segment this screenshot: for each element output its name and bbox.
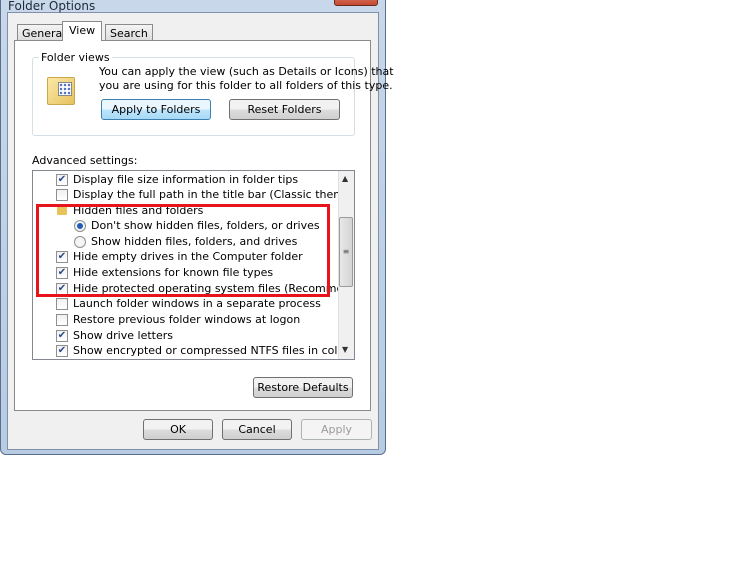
scroll-down-icon[interactable]: ▼ bbox=[342, 345, 348, 354]
checkbox[interactable]: ✔ bbox=[56, 330, 68, 342]
reset-folders-button[interactable]: Reset Folders bbox=[229, 99, 340, 120]
folder-views-legend: Folder views bbox=[39, 51, 112, 64]
cancel-button[interactable]: Cancel bbox=[222, 419, 292, 440]
checkbox[interactable] bbox=[56, 298, 68, 310]
close-button[interactable] bbox=[334, 0, 378, 6]
window-title: Folder Options bbox=[8, 0, 96, 13]
checkbox[interactable]: ✔ bbox=[56, 174, 68, 186]
checkbox[interactable] bbox=[56, 189, 68, 201]
highlight-annotation bbox=[36, 204, 330, 297]
ok-button[interactable]: OK bbox=[143, 419, 213, 440]
checkbox[interactable] bbox=[56, 314, 68, 326]
scrollbar-thumb[interactable]: ≡ bbox=[339, 217, 353, 287]
tab-search[interactable]: Search bbox=[105, 24, 153, 41]
folder-view-icon bbox=[47, 77, 75, 105]
advanced-settings-label: Advanced settings: bbox=[32, 154, 138, 167]
scroll-up-icon[interactable]: ▲ bbox=[342, 174, 348, 183]
restore-defaults-button[interactable]: Restore Defaults bbox=[253, 377, 353, 398]
folder-views-description-1: You can apply the view (such as Details … bbox=[99, 65, 394, 78]
apply-to-folders-button[interactable]: Apply to Folders bbox=[101, 99, 211, 120]
checkbox[interactable]: ✔ bbox=[56, 345, 68, 357]
tab-view[interactable]: View bbox=[62, 21, 103, 41]
folder-views-description-2: you are using for this folder to all fol… bbox=[99, 79, 393, 92]
apply-button[interactable]: Apply bbox=[301, 419, 372, 440]
